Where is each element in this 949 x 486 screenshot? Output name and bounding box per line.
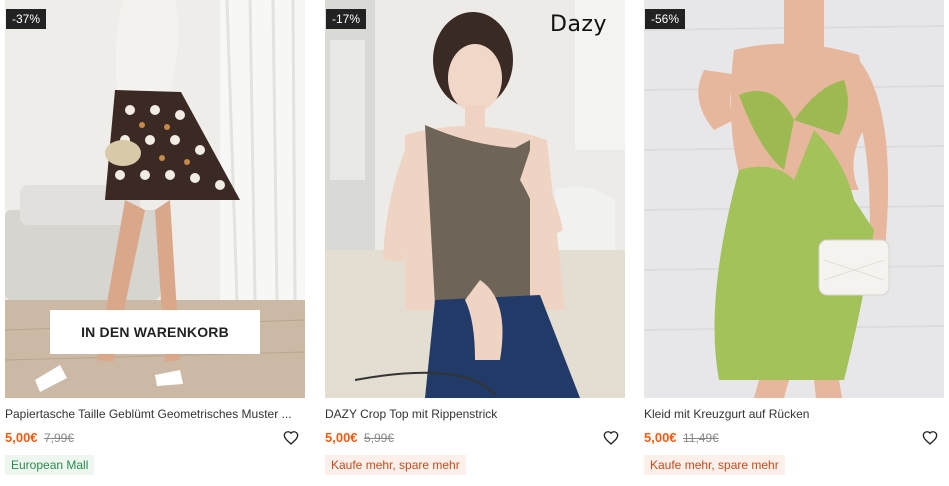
original-price: 7,99€ <box>44 431 75 445</box>
price-row: 5,00€ 5,99€ <box>325 429 625 447</box>
product-card[interactable]: -17% Dazy DAZY Crop Top mit Rippenstrick… <box>325 0 625 486</box>
original-price: 5,99€ <box>364 431 395 445</box>
add-to-cart-button[interactable]: IN DEN WARENKORB <box>50 310 260 354</box>
promo-tag[interactable]: Kaufe mehr, spare mehr <box>644 455 785 475</box>
heart-icon[interactable] <box>603 430 619 446</box>
product-title[interactable]: DAZY Crop Top mit Rippenstrick <box>325 407 625 421</box>
product-title[interactable]: Kleid mit Kreuzgurt auf Rücken <box>644 407 944 421</box>
price-row: 5,00€ 7,99€ <box>5 429 305 447</box>
discount-badge: -37% <box>6 9 47 29</box>
price-row: 5,00€ 11,49€ <box>644 429 944 447</box>
product-image[interactable]: -56% <box>644 0 944 398</box>
discount-badge: -17% <box>326 9 367 29</box>
product-image[interactable]: -17% Dazy <box>325 0 625 398</box>
discount-badge: -56% <box>645 9 686 29</box>
product-grid: -37% IN DEN WARENKORB Papiertasche Taill… <box>0 0 949 486</box>
product-photo <box>325 0 625 398</box>
product-card[interactable]: -56% Kleid mit Kreuzgurt auf Rücken 5,00… <box>644 0 944 486</box>
brand-logo: Dazy <box>550 12 607 37</box>
current-price: 5,00€ <box>5 430 38 445</box>
product-photo <box>644 0 944 398</box>
product-title[interactable]: Papiertasche Taille Geblümt Geometrische… <box>5 407 305 421</box>
heart-icon[interactable] <box>922 430 938 446</box>
current-price: 5,00€ <box>325 430 358 445</box>
original-price: 11,49€ <box>683 431 719 445</box>
current-price: 5,00€ <box>644 430 677 445</box>
promo-tag[interactable]: European Mall <box>5 455 95 475</box>
heart-icon[interactable] <box>283 430 299 446</box>
product-image[interactable]: -37% IN DEN WARENKORB <box>5 0 305 398</box>
product-card[interactable]: -37% IN DEN WARENKORB Papiertasche Taill… <box>5 0 305 486</box>
promo-tag[interactable]: Kaufe mehr, spare mehr <box>325 455 466 475</box>
